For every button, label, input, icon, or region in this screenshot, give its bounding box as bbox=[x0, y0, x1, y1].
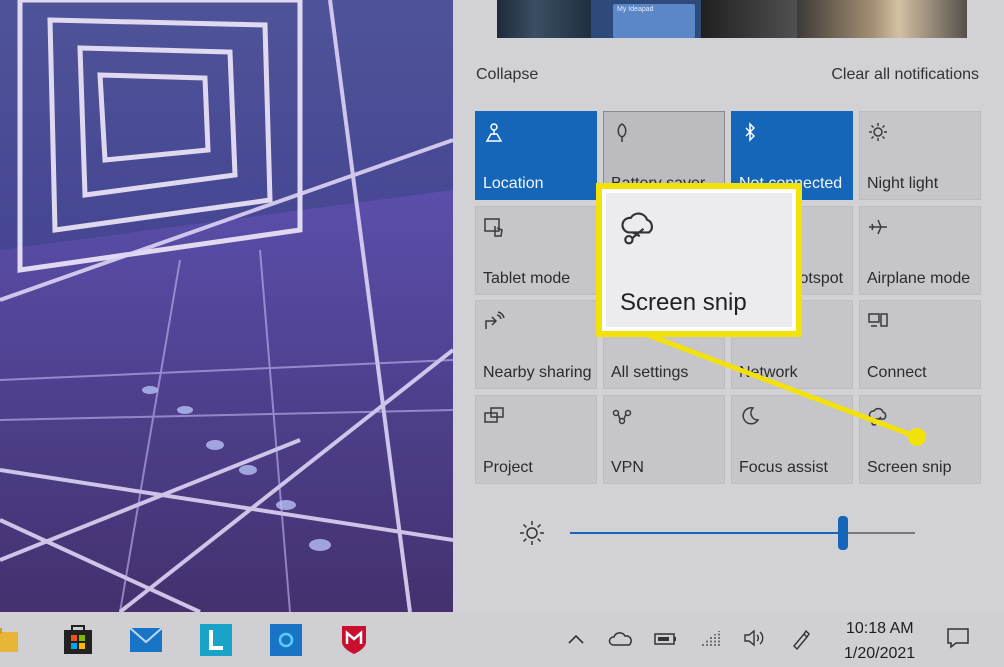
tile-focus-assist[interactable]: Focus assist bbox=[731, 395, 853, 484]
connect-icon bbox=[868, 313, 888, 327]
microsoft-store-icon[interactable] bbox=[60, 622, 96, 656]
action-center-button[interactable] bbox=[930, 612, 1004, 667]
mcafee-icon[interactable] bbox=[336, 622, 372, 656]
bluetooth-icon bbox=[745, 122, 756, 142]
desktop-wallpaper bbox=[0, 0, 453, 612]
collapse-link[interactable]: Collapse bbox=[476, 66, 538, 84]
notification-thumbnails[interactable]: My Ideapad bbox=[497, 0, 967, 38]
tile-connect[interactable]: Connect bbox=[859, 300, 981, 389]
thumbnail-card-text: My Ideapad bbox=[617, 6, 654, 13]
tile-label: Connect bbox=[867, 364, 927, 381]
sun-icon bbox=[520, 521, 544, 545]
screen-snip-icon bbox=[621, 212, 653, 245]
tile-screen-snip[interactable]: Screen snip bbox=[859, 395, 981, 484]
brightness-slider-thumb[interactable] bbox=[838, 516, 848, 550]
vpn-icon bbox=[612, 409, 632, 425]
night-light-icon bbox=[869, 123, 887, 141]
tile-label: Focus assist bbox=[739, 459, 828, 476]
notification-thumbnail[interactable] bbox=[797, 0, 967, 38]
tile-label: Airplane mode bbox=[867, 270, 971, 287]
tile-vpn[interactable]: VPN bbox=[603, 395, 725, 484]
clock-time[interactable]: 10:18 AM bbox=[846, 620, 914, 638]
tile-label: VPN bbox=[611, 459, 644, 476]
airplane-icon bbox=[869, 219, 887, 235]
callout-body: Screen snip bbox=[606, 193, 792, 327]
screen-snip-icon bbox=[868, 407, 887, 426]
tile-label: Location bbox=[483, 175, 544, 192]
wifi-icon[interactable] bbox=[700, 628, 724, 648]
chevron-up-icon[interactable] bbox=[566, 632, 586, 646]
nearby-sharing-icon bbox=[485, 311, 505, 329]
battery-icon[interactable] bbox=[654, 632, 678, 646]
callout-label: Screen snip bbox=[620, 289, 747, 316]
thumbnail-card: My Ideapad bbox=[613, 4, 695, 38]
clock-date[interactable]: 1/20/2021 bbox=[844, 645, 915, 663]
tile-airplane-mode[interactable]: Airplane mode bbox=[859, 206, 981, 295]
tile-label: Network bbox=[739, 364, 798, 381]
tile-label: Screen snip bbox=[867, 459, 952, 476]
tile-label: All settings bbox=[611, 364, 689, 381]
tablet-mode-icon bbox=[484, 218, 503, 237]
tile-location[interactable]: Location bbox=[475, 111, 597, 200]
lenovo-vantage-icon[interactable] bbox=[198, 622, 234, 656]
moon-icon bbox=[742, 407, 760, 425]
taskbar: 10:18 AM 1/20/2021 bbox=[0, 612, 1004, 667]
notification-icon bbox=[947, 628, 969, 649]
mail-icon[interactable] bbox=[128, 622, 164, 656]
battery-saver-icon bbox=[617, 123, 627, 142]
notification-thumbnail[interactable] bbox=[497, 0, 591, 38]
tile-label: Night light bbox=[867, 175, 939, 192]
tile-project[interactable]: Project bbox=[475, 395, 597, 484]
tile-night-light[interactable]: Night light bbox=[859, 111, 981, 200]
tile-label: Tablet mode bbox=[483, 270, 571, 287]
clear-all-notifications-link[interactable]: Clear all notifications bbox=[831, 66, 979, 84]
brightness-fill bbox=[570, 532, 843, 534]
pen-icon[interactable] bbox=[790, 628, 812, 650]
notification-thumbnail[interactable] bbox=[701, 0, 797, 38]
tile-label: Project bbox=[483, 459, 533, 476]
screen-snip-callout: Screen snip bbox=[596, 183, 802, 337]
volume-icon[interactable] bbox=[742, 628, 766, 648]
tile-nearby-sharing[interactable]: Nearby sharing bbox=[475, 300, 597, 389]
cortana-icon[interactable] bbox=[268, 622, 304, 656]
file-explorer-icon[interactable] bbox=[0, 622, 22, 656]
tile-tablet-mode[interactable]: Tablet mode bbox=[475, 206, 597, 295]
location-icon bbox=[485, 123, 503, 142]
onedrive-icon[interactable] bbox=[608, 630, 634, 648]
project-icon bbox=[484, 407, 504, 423]
tile-label: Nearby sharing bbox=[483, 364, 592, 381]
brightness-slider[interactable] bbox=[570, 516, 915, 550]
notification-thumbnail[interactable]: My Ideapad bbox=[591, 0, 701, 38]
